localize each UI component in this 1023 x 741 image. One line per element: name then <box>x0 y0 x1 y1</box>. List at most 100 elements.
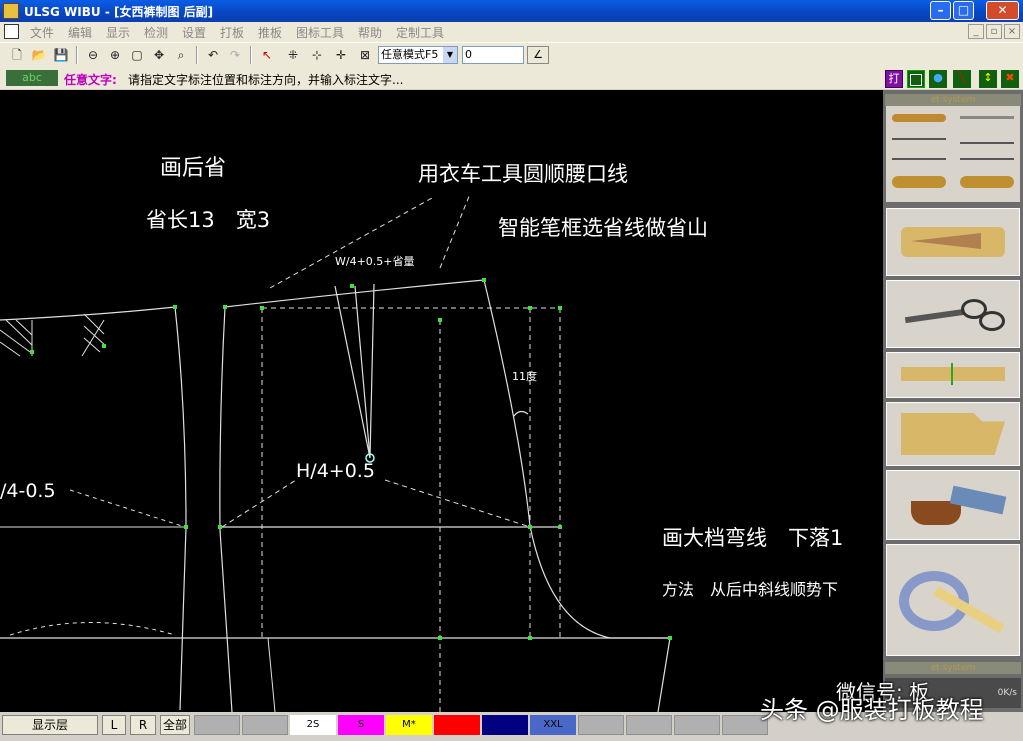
document-icon[interactable] <box>4 24 19 39</box>
size-2s[interactable]: 2S <box>290 715 336 735</box>
frame-tool-icon[interactable] <box>907 70 925 88</box>
redo-icon[interactable]: ↷ <box>226 46 244 64</box>
basket-icon <box>911 501 961 525</box>
drawing-canvas[interactable]: 画后省 省长13 宽3 用衣车工具圆顺腰口线 智能笔框选省线做省山 W/4+0.… <box>0 90 883 712</box>
label-dart-size: 省长13 宽3 <box>146 208 271 232</box>
save-icon[interactable]: 💾 <box>52 46 70 64</box>
watermark-main: 头条 @服装打板教程 <box>760 696 984 724</box>
open-folder-icon[interactable]: 📂 <box>30 46 48 64</box>
fabric-basket-tile[interactable] <box>886 470 1020 540</box>
curve-ruler-tile[interactable] <box>886 544 1020 656</box>
undo-icon[interactable]: ↶ <box>204 46 222 64</box>
title-bar: ULSG WIBU - [女西裤制图 后副] – □ ✕ <box>0 0 1023 22</box>
label-method: 方法 从后中斜线顺势下 <box>662 580 839 599</box>
layer-button[interactable]: 显示层 <box>2 715 98 735</box>
menu-custom-tools[interactable]: 定制工具 <box>396 24 444 41</box>
front-side-seam <box>174 306 187 528</box>
point-add-icon[interactable]: ✛ <box>332 46 350 64</box>
back-waist-line <box>224 279 485 308</box>
gauge-icon[interactable] <box>960 176 1014 188</box>
window-title: ULSG WIBU - [女西裤制图 后副] <box>24 5 214 19</box>
point-delete-icon[interactable]: ⊠ <box>356 46 374 64</box>
panel-tab-bottom[interactable]: et system <box>885 662 1021 674</box>
back-side-seam <box>219 306 233 712</box>
tape-icon[interactable] <box>892 176 946 188</box>
zoom-in-icon[interactable]: ⊕ <box>106 46 124 64</box>
tool-panel: et system et system 0K/s <box>883 90 1023 712</box>
angle-icon[interactable]: ∠ <box>527 46 549 64</box>
menu-icon-tools[interactable]: 图标工具 <box>296 24 344 41</box>
menu-file[interactable]: 文件 <box>30 24 54 41</box>
label-crotch: 画大档弯线 下落1 <box>662 526 844 550</box>
tool-grid <box>886 106 1020 202</box>
prompt-label: 任意文字: <box>64 73 117 87</box>
notch-mark-icon <box>951 363 953 385</box>
pattern-tool-icon[interactable]: 打 <box>885 70 903 88</box>
size-xxl[interactable]: XXL <box>530 715 576 735</box>
panel-tab-top[interactable]: et system <box>885 94 1021 106</box>
menu-pattern[interactable]: 打板 <box>220 24 244 41</box>
menu-bar: 文件 编辑 显示 检测 设置 打板 推板 图标工具 帮助 定制工具 _ ▫ × <box>0 22 1023 42</box>
menu-view[interactable]: 显示 <box>106 24 130 41</box>
doc-minimize-button[interactable]: _ <box>968 24 984 39</box>
size-s[interactable]: S <box>338 715 384 735</box>
doc-close-button[interactable]: × <box>1004 24 1020 39</box>
close-button[interactable]: ✕ <box>986 1 1019 20</box>
needle-icon[interactable] <box>892 138 946 140</box>
line-tool-icon[interactable]: ╲ <box>953 70 971 88</box>
all-button[interactable]: 全部 <box>160 715 190 735</box>
pen-nib-icon <box>911 233 981 249</box>
menu-check[interactable]: 检测 <box>144 24 168 41</box>
pattern-piece-tile[interactable] <box>886 402 1020 466</box>
pan-icon[interactable]: ✥ <box>150 46 168 64</box>
menu-settings[interactable]: 设置 <box>182 24 206 41</box>
zoom-window-icon[interactable]: ⌕ <box>172 46 190 64</box>
scissors-tool-tile[interactable] <box>886 280 1020 348</box>
text-mode-badge: abc <box>6 70 58 86</box>
point-move-icon[interactable]: ⊹ <box>308 46 326 64</box>
select-pointer-icon[interactable]: ↖ <box>258 46 276 64</box>
prompt-bar: abc 任意文字: 请指定文字标注位置和标注方向，并输入标注文字... <box>0 67 883 89</box>
waist-pointer <box>269 197 433 289</box>
scissors-icon <box>904 308 966 324</box>
menu-edit[interactable]: 编辑 <box>68 24 92 41</box>
waist-pointer2 <box>439 193 471 269</box>
label-waist-formula: W/4+0.5+省量 <box>335 255 415 268</box>
pencil-tool-tile[interactable] <box>886 208 1020 276</box>
right-toolbar: 打 ● ╲ ↕ ✖ <box>883 67 1023 89</box>
mode-select[interactable]: 任意模式F5 ▼ <box>378 46 458 64</box>
point-tool-icon[interactable]: ● <box>929 70 947 88</box>
label-smart-pen: 智能笔框选省线做省山 <box>498 216 708 240</box>
dart-right-leg <box>369 283 375 459</box>
size-m[interactable]: M* <box>386 715 432 735</box>
new-file-icon[interactable]: 🗋 <box>8 46 26 64</box>
maximize-button[interactable]: □ <box>953 1 974 20</box>
arrow-tool-icon[interactable]: ↕ <box>979 70 997 88</box>
compass-icon[interactable] <box>960 136 1014 144</box>
right-button[interactable]: R <box>130 715 156 735</box>
number-input[interactable]: 0 <box>462 46 524 64</box>
zoom-fit-icon[interactable]: ▢ <box>128 46 146 64</box>
point-select-icon[interactable]: ⁜ <box>284 46 302 64</box>
minimize-button[interactable]: – <box>930 1 951 20</box>
back-leg-line <box>267 637 276 712</box>
ruler-icon[interactable] <box>960 158 1014 160</box>
knife-icon[interactable] <box>960 116 1014 119</box>
angle-arc <box>513 410 529 417</box>
doc-restore-button[interactable]: ▫ <box>986 24 1002 39</box>
size-xl[interactable] <box>482 715 528 735</box>
app-icon <box>3 3 19 19</box>
size-l[interactable]: L <box>434 715 480 735</box>
scissors-handle2-icon <box>979 311 1005 331</box>
pattern-piece-icon <box>901 413 1005 455</box>
chevron-down-icon[interactable]: ▼ <box>443 47 457 63</box>
awl-icon[interactable] <box>892 158 946 160</box>
notch-tool-tile[interactable] <box>886 352 1020 398</box>
label-hip-left: /4-0.5 <box>0 480 56 502</box>
left-button[interactable]: L <box>102 715 126 735</box>
delete-tool-icon[interactable]: ✖ <box>1001 70 1019 88</box>
pencil-icon[interactable] <box>892 114 946 122</box>
menu-help[interactable]: 帮助 <box>358 24 382 41</box>
zoom-out-icon[interactable]: ⊖ <box>84 46 102 64</box>
menu-grading[interactable]: 推板 <box>258 24 282 41</box>
